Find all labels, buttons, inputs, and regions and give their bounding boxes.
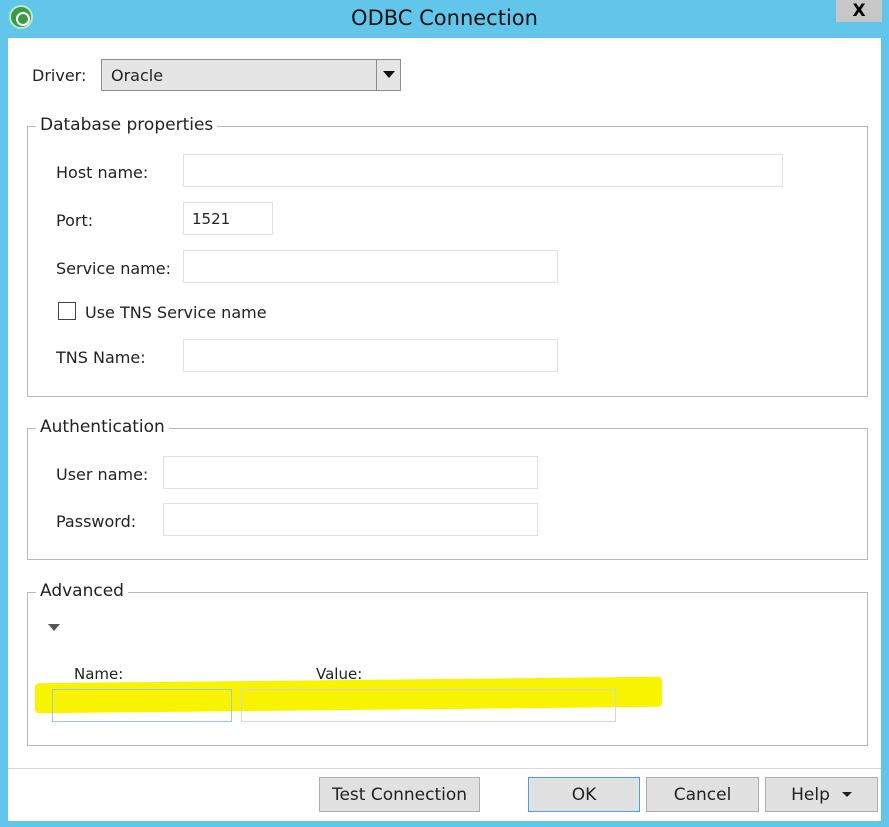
use-tns-label: Use TNS Service name <box>85 303 267 322</box>
service-name-input[interactable] <box>183 250 558 283</box>
title-bar: ODBC Connection X <box>0 0 889 38</box>
param-name-input[interactable] <box>52 689 232 722</box>
advanced-group: Advanced <box>27 581 868 746</box>
use-tns-checkbox[interactable] <box>58 302 76 320</box>
help-label: Help <box>791 784 830 805</box>
window-title: ODBC Connection <box>351 6 538 30</box>
port-label: Port: <box>56 211 94 230</box>
param-value-input[interactable] <box>241 689 616 722</box>
driver-label: Driver: <box>32 66 87 85</box>
test-connection-button[interactable]: Test Connection <box>319 777 480 812</box>
driver-select[interactable]: Oracle <box>101 59 401 91</box>
param-name-label: Name: <box>74 665 124 683</box>
ok-button[interactable]: OK <box>528 777 640 812</box>
password-input[interactable] <box>163 503 538 536</box>
cancel-button[interactable]: Cancel <box>646 777 759 812</box>
ok-label: OK <box>571 784 597 805</box>
tns-name-input[interactable] <box>183 339 558 372</box>
authentication-legend: Authentication <box>36 417 169 437</box>
help-button[interactable]: Help <box>765 777 878 812</box>
caret-down-icon <box>841 792 852 797</box>
tns-name-label: TNS Name: <box>56 348 146 367</box>
close-button[interactable]: X <box>836 0 882 22</box>
test-connection-label: Test Connection <box>331 784 468 805</box>
cancel-label: Cancel <box>673 784 732 805</box>
service-name-label: Service name: <box>56 259 171 278</box>
user-name-label: User name: <box>56 465 149 484</box>
footer-divider <box>8 768 881 769</box>
user-name-input[interactable] <box>163 456 538 489</box>
password-label: Password: <box>56 512 137 531</box>
port-input[interactable]: 1521 <box>183 202 273 235</box>
driver-dropdown-button[interactable] <box>376 60 400 90</box>
host-name-label: Host name: <box>56 163 149 182</box>
database-properties-legend: Database properties <box>36 115 218 135</box>
authentication-group: Authentication <box>27 417 868 560</box>
expand-arrow-icon[interactable] <box>48 624 60 631</box>
odbc-connection-dialog: Driver: Oracle Database properties Host … <box>8 38 881 821</box>
driver-selected-value: Oracle <box>111 66 164 85</box>
chevron-down-icon <box>383 71 395 78</box>
advanced-legend: Advanced <box>36 581 128 601</box>
host-name-input[interactable] <box>183 154 783 187</box>
